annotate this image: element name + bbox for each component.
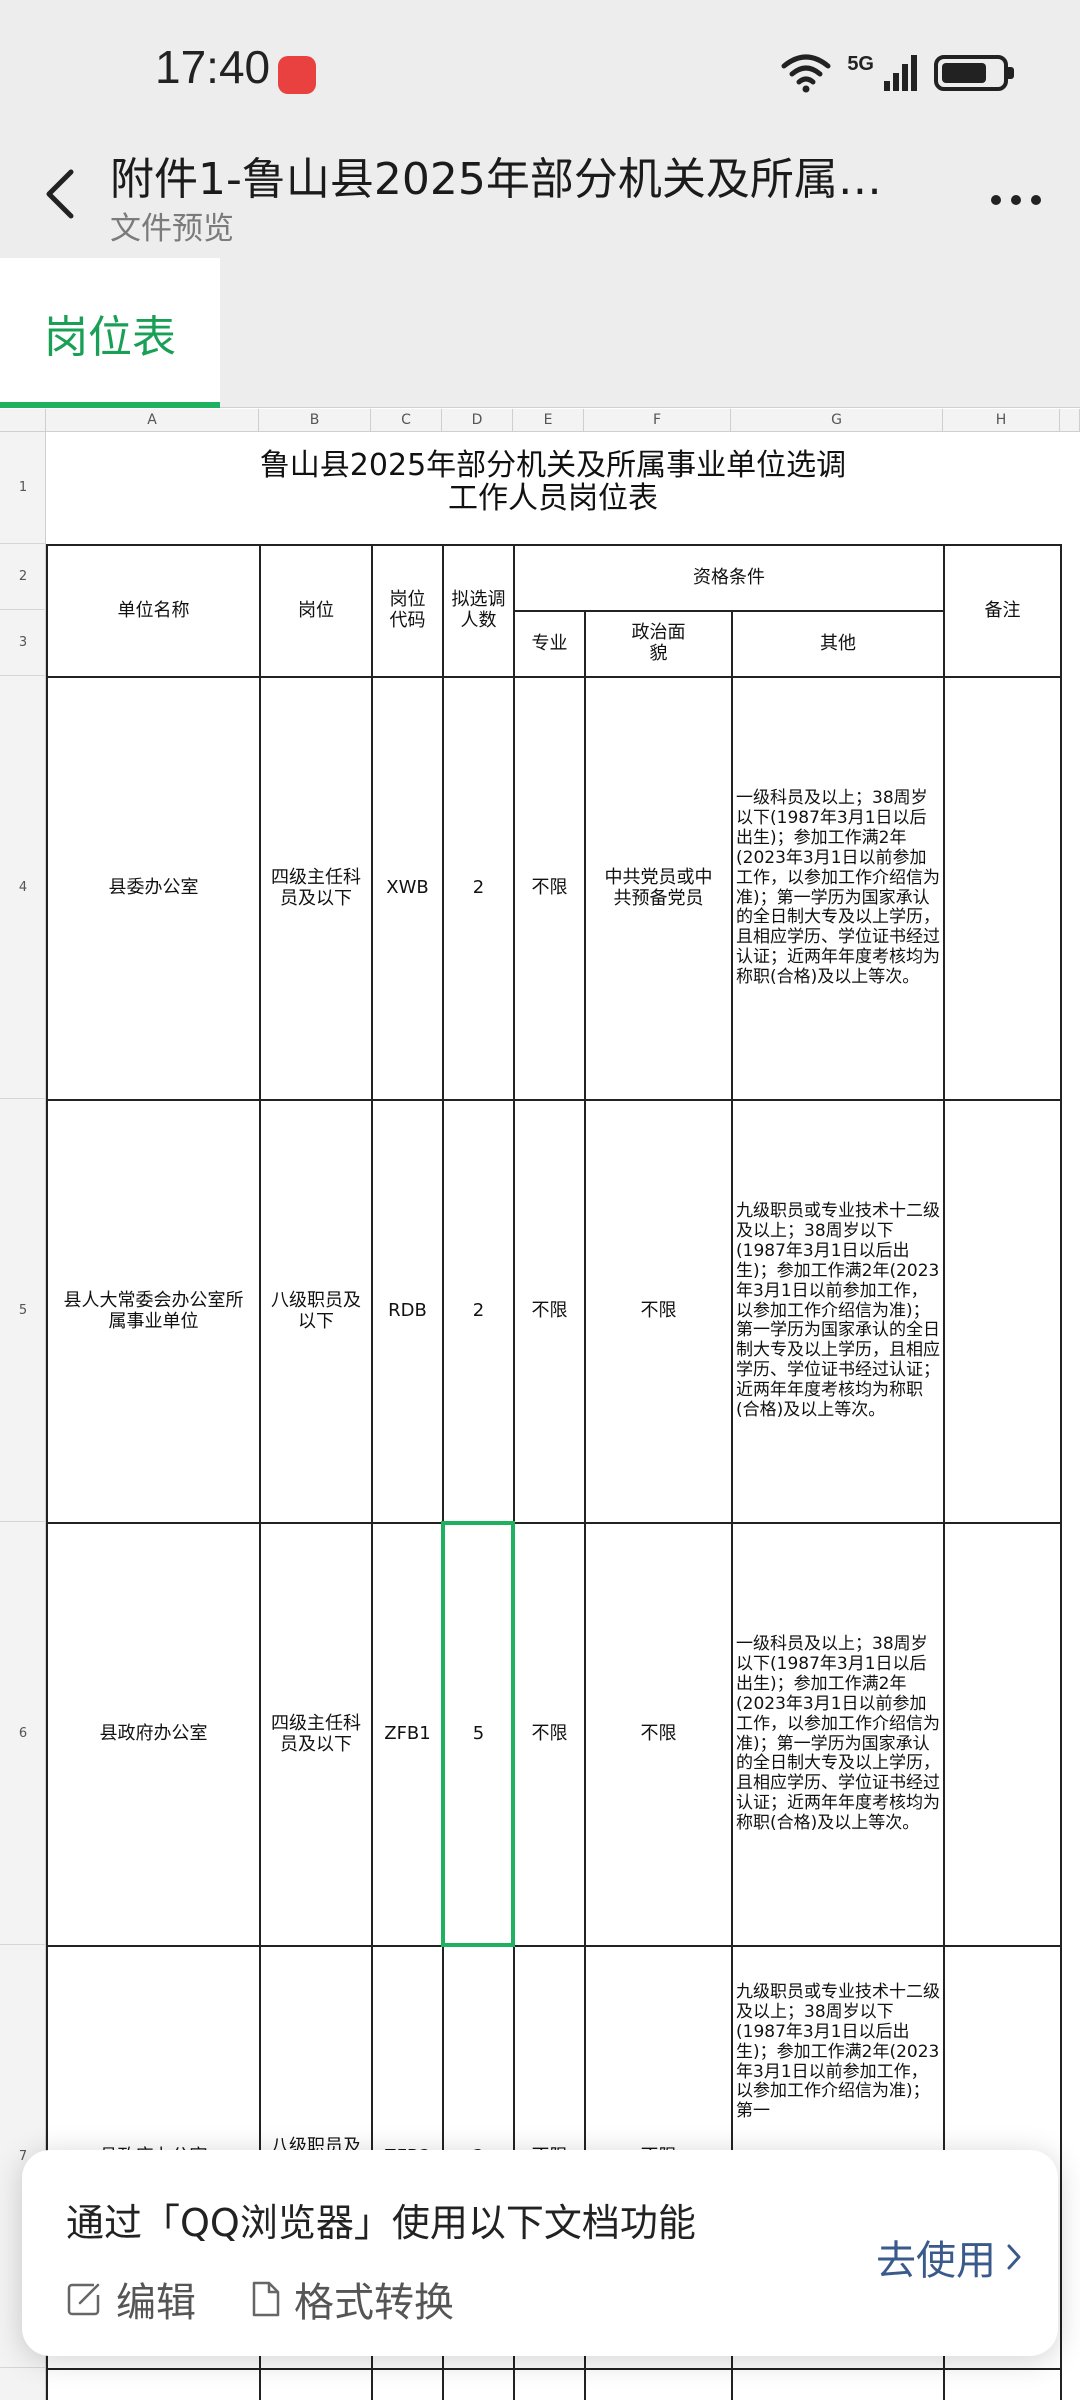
- cell-post[interactable]: 四级主任科员及以下: [261, 678, 371, 1099]
- cell-remarks[interactable]: [945, 678, 1060, 1099]
- row-header[interactable]: 4: [0, 676, 46, 1099]
- edit-icon: [67, 2283, 100, 2316]
- format-convert-option[interactable]: 格式转换: [250, 2270, 454, 2328]
- cell-unit[interactable]: 县委办公室: [48, 678, 259, 1099]
- cell-count[interactable]: 2: [444, 1101, 513, 1522]
- cell-other[interactable]: 一级科员及以上；38周岁以下(1987年3月1日以后出生)；参加工作满2年(20…: [733, 1524, 943, 1945]
- sheet-title-line1: 鲁山县2025年部分机关及所属事业单位选调: [259, 448, 847, 483]
- huawei-app-icon: [278, 56, 316, 94]
- edit-option-label: 编辑: [116, 2280, 196, 2326]
- cell-post[interactable]: 四级主任科员及以下: [261, 1524, 371, 1945]
- cell-code[interactable]: XWB: [373, 678, 442, 1099]
- row-header[interactable]: 6: [0, 1522, 46, 1945]
- status-icons: 5G: [781, 50, 1014, 96]
- tab-active-indicator: [0, 402, 220, 408]
- column-header[interactable]: H: [943, 409, 1060, 432]
- selected-cell-highlight: [441, 1521, 515, 1947]
- edit-option[interactable]: 编辑: [66, 2270, 196, 2328]
- cell-political[interactable]: 中共党员或中共预备党员: [586, 678, 731, 1099]
- header-planned-count[interactable]: 拟选调人数: [444, 546, 513, 676]
- cell-unit[interactable]: 县政府办公室: [48, 1524, 259, 1945]
- cell-political[interactable]: 不限: [586, 1524, 731, 1945]
- go-use-button[interactable]: 去使用: [876, 2228, 1022, 2286]
- table-border: [46, 2368, 1060, 2370]
- column-header-extra: [1060, 409, 1080, 432]
- title-bar: 附件1-鲁山县2025年部分机关及所属… 文件预览: [0, 135, 1080, 255]
- header-major[interactable]: 专业: [515, 612, 584, 676]
- cell-code[interactable]: RDB: [373, 1101, 442, 1522]
- chevron-left-icon: [46, 169, 74, 219]
- header-post-code[interactable]: 岗位代码: [373, 546, 442, 676]
- status-time: 17:40: [155, 41, 271, 93]
- header-qualifications[interactable]: 资格条件: [515, 546, 943, 610]
- column-header[interactable]: B: [259, 409, 371, 432]
- tab-label: 岗位表: [44, 312, 176, 363]
- cell-code[interactable]: ZFB1: [373, 1524, 442, 1945]
- header-remarks[interactable]: 备注: [945, 546, 1060, 676]
- column-header[interactable]: A: [46, 409, 259, 432]
- format-convert-label: 格式转换: [294, 2280, 454, 2326]
- row-header[interactable]: 1: [0, 432, 46, 544]
- cell-remarks[interactable]: [945, 1101, 1060, 1522]
- promo-text: 通过「QQ浏览器」使用以下文档功能: [66, 2201, 696, 2245]
- column-header[interactable]: F: [584, 409, 731, 432]
- document-icon: [252, 2281, 280, 2317]
- column-header[interactable]: C: [371, 409, 442, 432]
- tab-job-table[interactable]: 岗位表: [0, 258, 220, 408]
- more-dots-icon: [991, 195, 1001, 205]
- signal-icon: [884, 55, 917, 91]
- row-header[interactable]: 3: [0, 610, 46, 676]
- wifi-icon: [781, 54, 831, 93]
- cell-remarks[interactable]: [945, 1524, 1060, 1945]
- qq-browser-promo-card[interactable]: 通过「QQ浏览器」使用以下文档功能 编辑 格式转换 去使用: [22, 2150, 1058, 2356]
- more-menu-button[interactable]: [976, 175, 1056, 225]
- column-header-row: A B C D E F G H: [0, 409, 1080, 432]
- chevron-right-icon: [1007, 2244, 1021, 2270]
- row-header[interactable]: 2: [0, 544, 46, 610]
- corner-cell: [0, 409, 46, 432]
- cell-other[interactable]: 九级职员或专业技术十二级及以上；38周岁以下(1987年3月1日以后出生)；参加…: [733, 1101, 943, 1522]
- cell-unit[interactable]: 县人大常委会办公室所属事业单位: [48, 1101, 259, 1522]
- cell-major[interactable]: 不限: [515, 678, 584, 1099]
- column-header[interactable]: D: [442, 409, 513, 432]
- cell-major[interactable]: 不限: [515, 1524, 584, 1945]
- status-bar: 17:40 5G: [0, 0, 1080, 135]
- document-subtitle: 文件预览: [110, 211, 234, 247]
- document-title: 附件1-鲁山县2025年部分机关及所属…: [110, 154, 882, 205]
- battery-icon: [934, 55, 1014, 91]
- network-type-label: 5G: [847, 52, 874, 75]
- cell-count[interactable]: 2: [444, 678, 513, 1099]
- sheet-title-line2: 工作人员岗位表: [448, 481, 658, 516]
- row-header-column: 1 2 3 4 5 6 7: [0, 432, 46, 2400]
- cell-post[interactable]: 八级职员及以下: [261, 1101, 371, 1522]
- back-button[interactable]: [30, 159, 90, 229]
- header-unit-name[interactable]: 单位名称: [48, 546, 259, 676]
- table-border: [1060, 544, 1062, 2400]
- header-other[interactable]: 其他: [733, 612, 943, 676]
- cell-political[interactable]: 不限: [586, 1101, 731, 1522]
- header-post[interactable]: 岗位: [261, 546, 371, 676]
- column-header[interactable]: E: [513, 409, 584, 432]
- go-use-label: 去使用: [876, 2238, 996, 2284]
- spreadsheet-view[interactable]: A B C D E F G H 1 2 3 4 5 6 7 鲁山县2025年部分…: [0, 409, 1080, 2400]
- cell-other[interactable]: 一级科员及以上；38周岁以下(1987年3月1日以后出生)；参加工作满2年(20…: [733, 678, 943, 1099]
- row-header[interactable]: 5: [0, 1099, 46, 1522]
- header-political-status[interactable]: 政治面貌: [586, 612, 731, 676]
- column-header[interactable]: G: [731, 409, 943, 432]
- cell-major[interactable]: 不限: [515, 1101, 584, 1522]
- sheet-title: 鲁山县2025年部分机关及所属事业单位选调 工作人员岗位表: [46, 449, 1060, 515]
- sheet-tab-bar: 岗位表: [0, 255, 1080, 408]
